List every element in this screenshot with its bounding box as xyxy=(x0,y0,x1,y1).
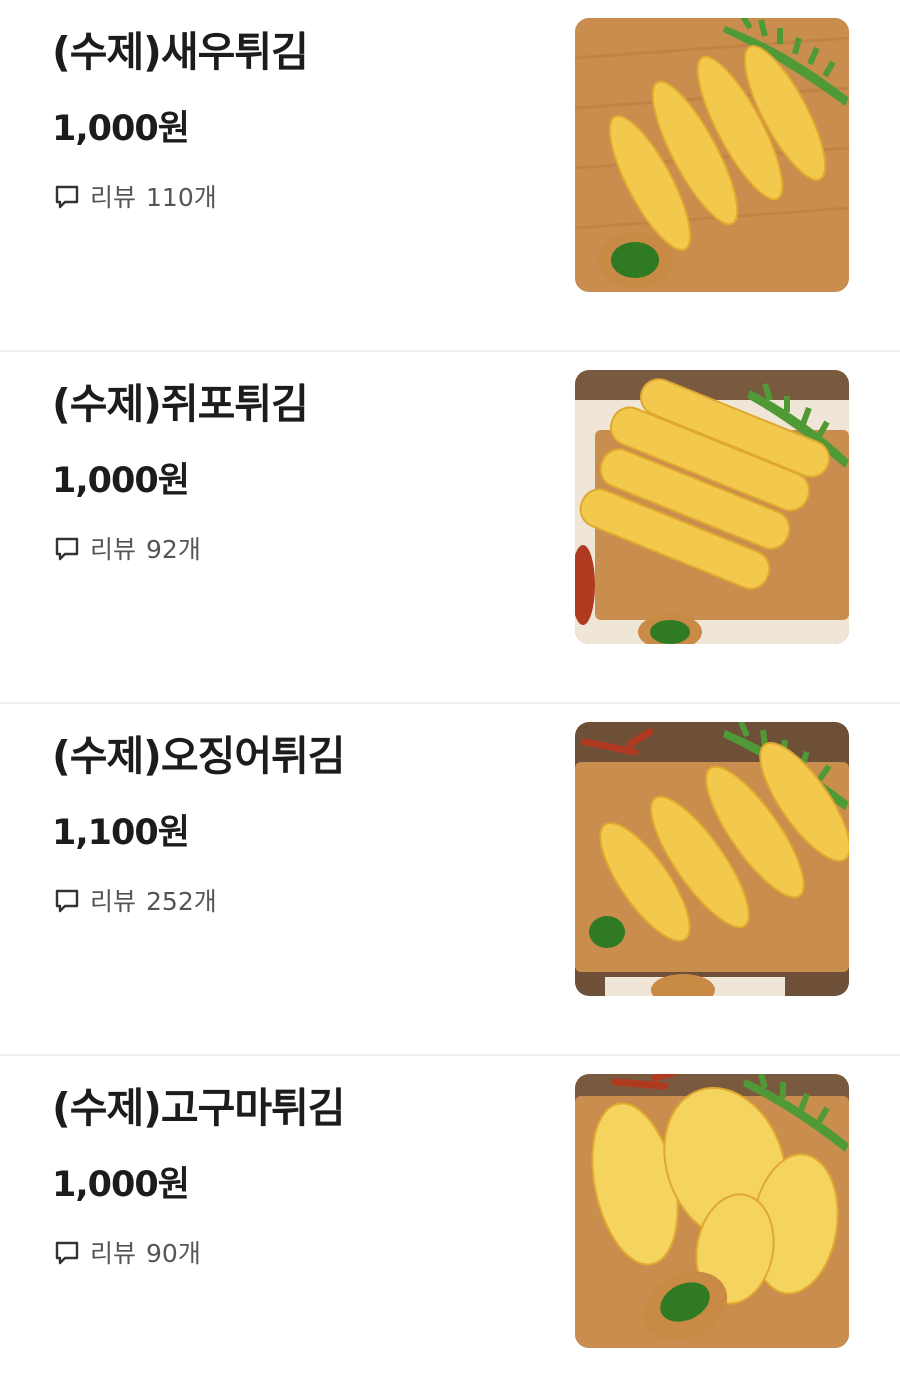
chat-bubble-icon xyxy=(55,537,79,561)
shrimp-tempura-photo[interactable] xyxy=(575,18,849,292)
item-review: 리뷰 92개 xyxy=(52,530,201,566)
review-count: 90개 xyxy=(146,1239,201,1268)
item-review: 리뷰 252개 xyxy=(52,882,217,918)
item-review: 리뷰 110개 xyxy=(52,178,217,214)
menu-item-shrimp-tempura[interactable]: (수제)새우튀김 1,000원 리뷰 110개 xyxy=(0,0,900,352)
item-name: (수제)오징어튀김 xyxy=(52,732,346,780)
chat-bubble-icon xyxy=(55,1241,79,1265)
item-review: 리뷰 90개 xyxy=(52,1234,201,1270)
review-label: 리뷰 xyxy=(90,887,137,916)
chat-bubble-icon xyxy=(55,889,79,913)
menu-item-filefish-tempura[interactable]: (수제)쥐포튀김 1,000원 리뷰 92개 xyxy=(0,352,900,704)
review-label: 리뷰 xyxy=(90,535,137,564)
menu-item-squid-tempura[interactable]: (수제)오징어튀김 1,100원 리뷰 252개 xyxy=(0,704,900,1056)
item-price: 1,100원 xyxy=(52,813,190,853)
item-name: (수제)고구마튀김 xyxy=(52,1084,346,1132)
review-count: 110개 xyxy=(146,183,217,212)
menu-item-sweet-potato-tempura[interactable]: (수제)고구마튀김 1,000원 리뷰 90개 xyxy=(0,1056,900,1389)
filefish-tempura-photo[interactable] xyxy=(575,370,849,644)
item-name: (수제)쥐포튀김 xyxy=(52,380,309,428)
item-name: (수제)새우튀김 xyxy=(52,28,309,76)
menu-list: (수제)새우튀김 1,000원 리뷰 110개 (수제)쥐포튀김 1,000원 … xyxy=(0,0,900,1389)
review-count: 252개 xyxy=(146,887,217,916)
review-count: 92개 xyxy=(146,535,201,564)
sweet-potato-tempura-photo[interactable] xyxy=(575,1074,849,1348)
item-price: 1,000원 xyxy=(52,461,190,501)
chat-bubble-icon xyxy=(55,185,79,209)
review-label: 리뷰 xyxy=(90,1239,137,1268)
item-price: 1,000원 xyxy=(52,1165,190,1205)
item-price: 1,000원 xyxy=(52,109,190,149)
review-label: 리뷰 xyxy=(90,183,137,212)
squid-tempura-photo[interactable] xyxy=(575,722,849,996)
